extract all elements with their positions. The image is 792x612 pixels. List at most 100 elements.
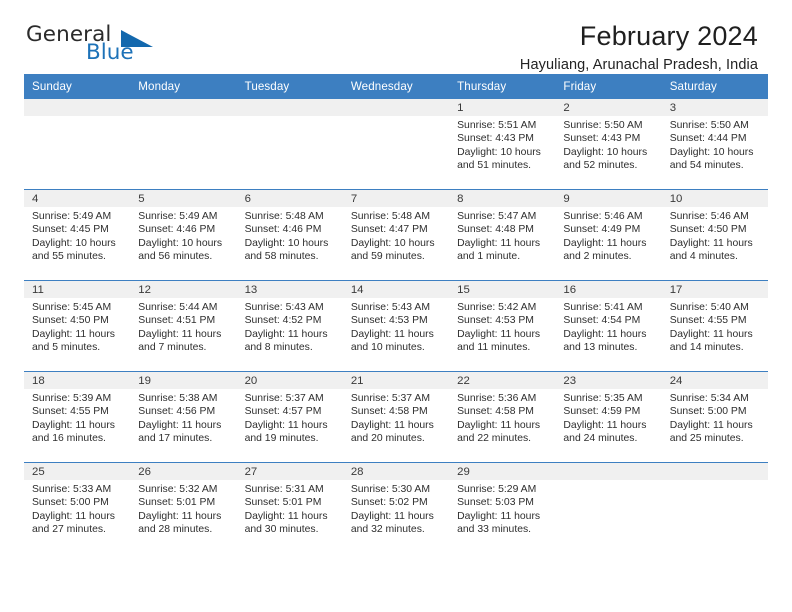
day-number-band: 6 [236,190,343,207]
day-number: 9 [563,192,570,205]
daylight-duration-line2: and 33 minutes. [457,524,532,536]
day-cell-body: 4 Sunrise: 5:49 AM Sunset: 4:45 PM Daylight… [24,190,131,280]
weekday-header-sunday: Sunday [24,74,131,99]
day-details: Sunrise: 5:43 AM Sunset: 4:53 PM Daylight:… [343,298,449,355]
daylight-duration-line2: and 17 minutes. [138,433,213,445]
weekday-header-tuesday: Tuesday [236,74,343,99]
daylight-duration-line2: and 11 minutes. [457,342,531,354]
sunrise-time: Sunrise: 5:38 AM [138,393,218,404]
calendar-day-cell[interactable]: 3 Sunrise: 5:50 AM Sunset: 4:44 PM Daylight… [661,99,768,190]
day-details: Sunrise: 5:48 AM Sunset: 4:47 PM Daylight:… [343,207,449,264]
day-number: 14 [350,283,364,296]
calendar-day-cell[interactable]: 24 Sunrise: 5:34 AM Sunset: 5:00 PM Dayligh… [661,371,768,463]
daylight-duration-line2: and 59 minutes. [350,251,425,263]
daylight-duration-line1: Daylight: 11 hours [669,419,753,431]
daylight-duration-line1: Daylight: 11 hours [138,328,222,340]
day-number: 23 [563,374,577,387]
day-cell-body [24,99,131,189]
daylight-duration-line2: and 55 minutes. [32,251,106,263]
sunrise-time: Sunrise: 5:50 AM [563,120,643,131]
day-number-band: 27 [236,463,343,480]
day-number-band: 16 [555,281,662,298]
day-number-band: 12 [130,281,237,298]
sunrise-time: Sunrise: 5:40 AM [669,302,749,313]
day-cell-body [661,463,768,553]
day-number: 19 [138,374,151,387]
calendar-day-cell[interactable]: 17 Sunrise: 5:40 AM Sunset: 4:55 PM Dayligh… [661,280,768,372]
calendar-day-cell[interactable]: 21 Sunrise: 5:37 AM Sunset: 4:58 PM Dayligh… [342,371,450,463]
weekday-header-thursday: Thursday [449,74,556,99]
calendar-day-cell[interactable]: 23 Sunrise: 5:35 AM Sunset: 4:59 PM Dayligh… [555,371,662,463]
calendar-day-cell[interactable]: 1 Sunrise: 5:51 AM Sunset: 4:43 PM Daylight… [449,99,556,190]
calendar-day-cell[interactable]: 7 Sunrise: 5:48 AM Sunset: 4:47 PM Daylight… [342,189,450,281]
sunset-time: Sunset: 4:55 PM [32,406,109,418]
calendar-day-cell[interactable]: 19 Sunrise: 5:38 AM Sunset: 4:56 PM Dayligh… [130,371,237,463]
day-cell-body [130,99,237,189]
calendar-week-row: 18 Sunrise: 5:39 AM Sunset: 4:55 PM Dayligh… [24,371,768,463]
day-cell-body: 16 Sunrise: 5:41 AM Sunset: 4:54 PM Dayligh… [555,281,662,371]
daylight-duration-line1: Daylight: 11 hours [669,237,753,249]
sunset-time: Sunset: 4:51 PM [138,315,216,327]
day-details: Sunrise: 5:38 AM Sunset: 4:56 PM Daylight:… [130,389,236,446]
sunrise-time: Sunrise: 5:37 AM [350,393,430,404]
day-number-band: 21 [342,372,450,389]
calendar-day-cell[interactable]: 27 Sunrise: 5:31 AM Sunset: 5:01 PM Dayligh… [236,462,343,553]
day-number: 1 [457,101,464,114]
calendar-day-cell[interactable]: 11 Sunrise: 5:45 AM Sunset: 4:50 PM Dayligh… [24,280,131,372]
day-number: 13 [244,283,258,296]
sunset-time: Sunset: 5:00 PM [32,497,109,509]
sunrise-time: Sunrise: 5:46 AM [669,211,749,222]
day-number-band: 7 [342,190,450,207]
day-cell-body: 1 Sunrise: 5:51 AM Sunset: 4:43 PM Daylight… [449,99,556,189]
day-cell-body: 10 Sunrise: 5:46 AM Sunset: 4:50 PM Dayligh… [661,190,768,280]
calendar-day-cell[interactable]: 12 Sunrise: 5:44 AM Sunset: 4:51 PM Dayligh… [130,280,237,372]
day-cell-body: 24 Sunrise: 5:34 AM Sunset: 5:00 PM Dayligh… [661,372,768,462]
day-number-band: 13 [236,281,343,298]
day-details: Sunrise: 5:37 AM Sunset: 4:58 PM Daylight:… [343,389,449,446]
calendar-day-cell[interactable]: 10 Sunrise: 5:46 AM Sunset: 4:50 PM Dayligh… [661,189,768,281]
calendar-day-cell[interactable]: 2 Sunrise: 5:50 AM Sunset: 4:43 PM Daylight… [555,99,662,190]
general-blue-logo[interactable]: General Blue [24,22,214,72]
calendar-day-cell[interactable]: 15 Sunrise: 5:42 AM Sunset: 4:53 PM Dayligh… [449,280,556,372]
calendar-day-cell[interactable]: 13 Sunrise: 5:43 AM Sunset: 4:52 PM Dayligh… [236,280,343,372]
daylight-duration-line2: and 30 minutes. [244,524,319,536]
day-details: Sunrise: 5:50 AM Sunset: 4:43 PM Daylight:… [555,116,661,173]
daylight-duration-line1: Daylight: 10 hours [669,146,754,158]
day-cell-body [555,463,662,553]
day-number-band [555,463,662,480]
day-number-band: 1 [449,99,556,116]
daylight-duration-line2: and 58 minutes. [244,251,319,263]
daylight-duration-line1: Daylight: 11 hours [32,419,115,431]
calendar-day-cell[interactable]: 14 Sunrise: 5:43 AM Sunset: 4:53 PM Dayligh… [342,280,450,372]
day-cell-body: 26 Sunrise: 5:32 AM Sunset: 5:01 PM Dayligh… [130,463,237,553]
sunset-time: Sunset: 4:54 PM [563,315,641,327]
sunset-time: Sunset: 5:01 PM [138,497,216,509]
calendar-day-cell[interactable]: 26 Sunrise: 5:32 AM Sunset: 5:01 PM Dayligh… [130,462,237,553]
day-number-band: 3 [661,99,768,116]
calendar-day-cell[interactable]: 25 Sunrise: 5:33 AM Sunset: 5:00 PM Dayligh… [24,462,131,553]
calendar-day-cell[interactable]: 29 Sunrise: 5:29 AM Sunset: 5:03 PM Dayligh… [449,462,556,553]
calendar-day-cell[interactable]: 22 Sunrise: 5:36 AM Sunset: 4:58 PM Dayligh… [449,371,556,463]
daylight-duration-line1: Daylight: 11 hours [669,328,753,340]
calendar-day-cell[interactable]: 9 Sunrise: 5:46 AM Sunset: 4:49 PM Daylight… [555,189,662,281]
calendar-day-cell[interactable]: 8 Sunrise: 5:47 AM Sunset: 4:48 PM Daylight… [449,189,556,281]
sunset-time: Sunset: 4:53 PM [457,315,534,327]
day-number: 15 [457,283,470,296]
daylight-duration-line1: Daylight: 11 hours [350,328,434,340]
day-cell-body: 7 Sunrise: 5:48 AM Sunset: 4:47 PM Daylight… [342,190,450,280]
calendar-day-cell[interactable]: 5 Sunrise: 5:49 AM Sunset: 4:46 PM Daylight… [130,189,237,281]
daylight-duration-line2: and 20 minutes. [350,433,425,445]
day-details: Sunrise: 5:41 AM Sunset: 4:54 PM Daylight:… [555,298,661,355]
calendar-day-cell[interactable]: 4 Sunrise: 5:49 AM Sunset: 4:45 PM Daylight… [24,189,131,281]
logo-text-blue: Blue [86,40,134,65]
day-number-band: 17 [661,281,768,298]
calendar-day-cell[interactable]: 16 Sunrise: 5:41 AM Sunset: 4:54 PM Dayligh… [555,280,662,372]
sunset-time: Sunset: 5:00 PM [669,406,747,418]
calendar-day-cell[interactable]: 18 Sunrise: 5:39 AM Sunset: 4:55 PM Dayligh… [24,371,131,463]
day-details: Sunrise: 5:33 AM Sunset: 5:00 PM Daylight:… [24,480,130,537]
calendar-day-cell[interactable]: 6 Sunrise: 5:48 AM Sunset: 4:46 PM Daylight… [236,189,343,281]
calendar-day-cell[interactable]: 28 Sunrise: 5:30 AM Sunset: 5:02 PM Dayligh… [342,462,450,553]
sunset-time: Sunset: 4:46 PM [244,224,322,236]
calendar-day-cell[interactable]: 20 Sunrise: 5:37 AM Sunset: 4:57 PM Dayligh… [236,371,343,463]
day-details: Sunrise: 5:44 AM Sunset: 4:51 PM Daylight:… [130,298,236,355]
